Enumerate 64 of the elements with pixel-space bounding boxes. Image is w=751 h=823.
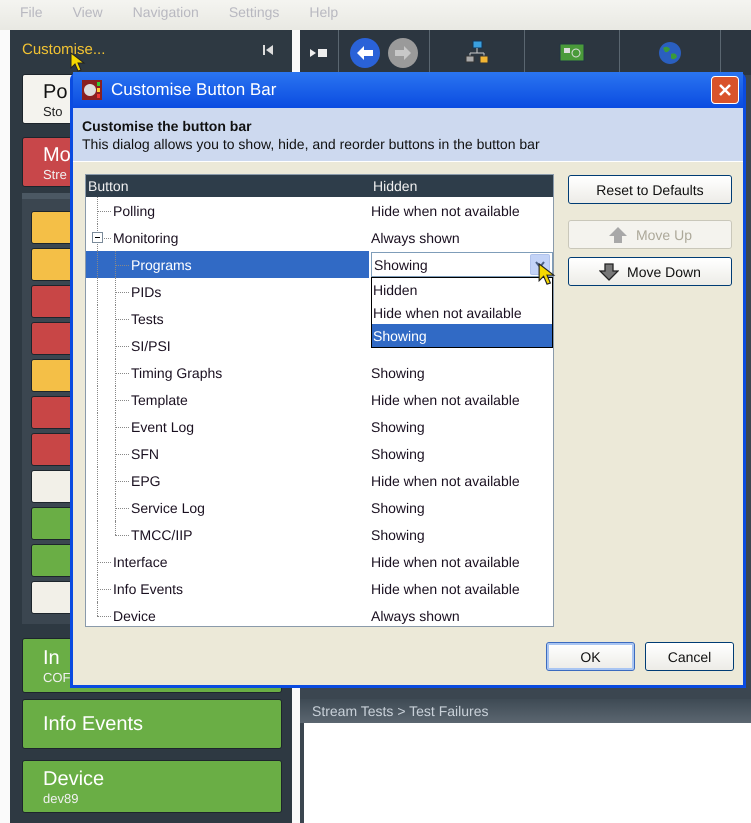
- tree-item[interactable]: SI/PSI: [86, 332, 369, 359]
- visibility-value: Hide when not available: [371, 392, 520, 408]
- card-title: Info Events: [43, 712, 144, 736]
- card-title: Device: [43, 767, 104, 791]
- visibility-value: Hide when not available: [371, 472, 520, 488]
- card-subtitle: dev89: [43, 791, 78, 806]
- tree-item[interactable]: Device: [86, 602, 369, 629]
- collapse-icon[interactable]: [262, 44, 274, 56]
- tree-item[interactable]: Service Log: [86, 494, 369, 521]
- tree-item[interactable]: Polling: [86, 197, 369, 224]
- visibility-value: Showing: [371, 446, 425, 462]
- dialog-title: Customise Button Bar: [111, 80, 278, 100]
- tree-item[interactable]: Programs: [86, 251, 369, 278]
- visibility-value: Showing: [371, 364, 425, 380]
- tree-item[interactable]: Info Events: [86, 575, 369, 602]
- network-icon[interactable]: [464, 40, 490, 66]
- forward-arrow-icon[interactable]: [387, 36, 419, 68]
- dialog-button[interactable]: Move Down: [568, 257, 732, 286]
- dialog-button[interactable]: Cancel: [645, 642, 734, 671]
- card-title: Po: [43, 80, 68, 104]
- globe-icon[interactable]: [657, 40, 683, 66]
- dialog-heading: Customise the button bar: [82, 118, 253, 134]
- visibility-value: Showing: [371, 500, 425, 516]
- visibility-value: Hide when not available: [371, 202, 520, 218]
- column-header[interactable]: Hidden: [371, 178, 553, 194]
- card-subtitle: Stre: [43, 166, 67, 182]
- visibility-value: Hide when not available: [371, 580, 520, 596]
- expander-icon[interactable]: [92, 232, 103, 243]
- up-arrow-icon: [608, 224, 628, 244]
- visibility-value: Always shown: [371, 230, 460, 246]
- tree-item[interactable]: Tests: [86, 305, 369, 332]
- visibility-value: Hide when not available: [371, 554, 520, 570]
- tree-item[interactable]: TMCC/IIP: [86, 521, 369, 548]
- tree-item[interactable]: Monitoring: [86, 224, 369, 251]
- card-title: In: [43, 646, 60, 670]
- dropdown-option[interactable]: Showing: [372, 324, 552, 347]
- close-icon: [718, 83, 732, 97]
- back-arrow-icon[interactable]: [349, 36, 381, 68]
- customise-link[interactable]: Customise...: [22, 41, 106, 58]
- tree-item[interactable]: SFN: [86, 440, 369, 467]
- visibility-dropdown[interactable]: Showing: [371, 252, 553, 277]
- tree-item[interactable]: Event Log: [86, 413, 369, 440]
- play-stop-icon[interactable]: [310, 48, 328, 58]
- cursor-icon: [538, 262, 556, 286]
- down-arrow-icon: [599, 262, 620, 282]
- visibility-value: Showing: [371, 526, 425, 542]
- dialog-description: This dialog allows you to show, hide, and reorder buttons in the button bar: [82, 136, 541, 152]
- circuit-board-icon[interactable]: [558, 40, 586, 64]
- tree-item[interactable]: Timing Graphs: [86, 359, 369, 386]
- column-header[interactable]: Button: [86, 178, 371, 194]
- card-title: Mo: [43, 142, 71, 167]
- card-subtitle: COF: [43, 670, 70, 686]
- tree-item[interactable]: EPG: [86, 467, 369, 494]
- tree-item[interactable]: Interface: [86, 548, 369, 575]
- tree-item[interactable]: PIDs: [86, 278, 369, 305]
- app-icon: [81, 79, 103, 101]
- panel-title: Stream Tests > Test Failures: [312, 703, 488, 719]
- visibility-value: Showing: [371, 418, 425, 434]
- visibility-value: Always shown: [371, 608, 460, 624]
- dialog-button[interactable]: OK: [546, 642, 635, 671]
- card-subtitle: Sto: [43, 104, 63, 119]
- tree-item[interactable]: Template: [86, 386, 369, 413]
- dialog-button[interactable]: Reset to Defaults: [568, 175, 732, 204]
- close-button[interactable]: [711, 76, 739, 104]
